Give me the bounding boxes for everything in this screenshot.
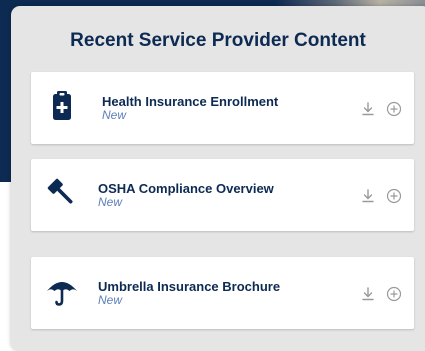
content-title[interactable]: OSHA Compliance Overview (98, 181, 274, 196)
add-circle-icon[interactable] (386, 286, 402, 302)
content-card-umbrella-insurance[interactable]: Umbrella Insurance Brochure New (31, 257, 414, 329)
umbrella-icon (44, 273, 80, 309)
download-icon[interactable] (360, 188, 376, 204)
gavel-icon (44, 175, 80, 211)
content-card-osha-compliance[interactable]: OSHA Compliance Overview New (31, 159, 414, 231)
medical-clipboard-icon (44, 88, 80, 124)
add-circle-icon[interactable] (386, 188, 402, 204)
content-title[interactable]: Health Insurance Enrollment (102, 94, 278, 109)
content-card-health-insurance[interactable]: Health Insurance Enrollment New (31, 72, 414, 144)
download-icon[interactable] (360, 101, 376, 117)
add-circle-icon[interactable] (386, 101, 402, 117)
download-icon[interactable] (360, 286, 376, 302)
content-title[interactable]: Umbrella Insurance Brochure (98, 279, 280, 294)
panel-title: Recent Service Provider Content (70, 30, 366, 51)
status-label: New (98, 293, 123, 307)
status-label: New (98, 195, 123, 209)
status-label: New (102, 108, 127, 122)
